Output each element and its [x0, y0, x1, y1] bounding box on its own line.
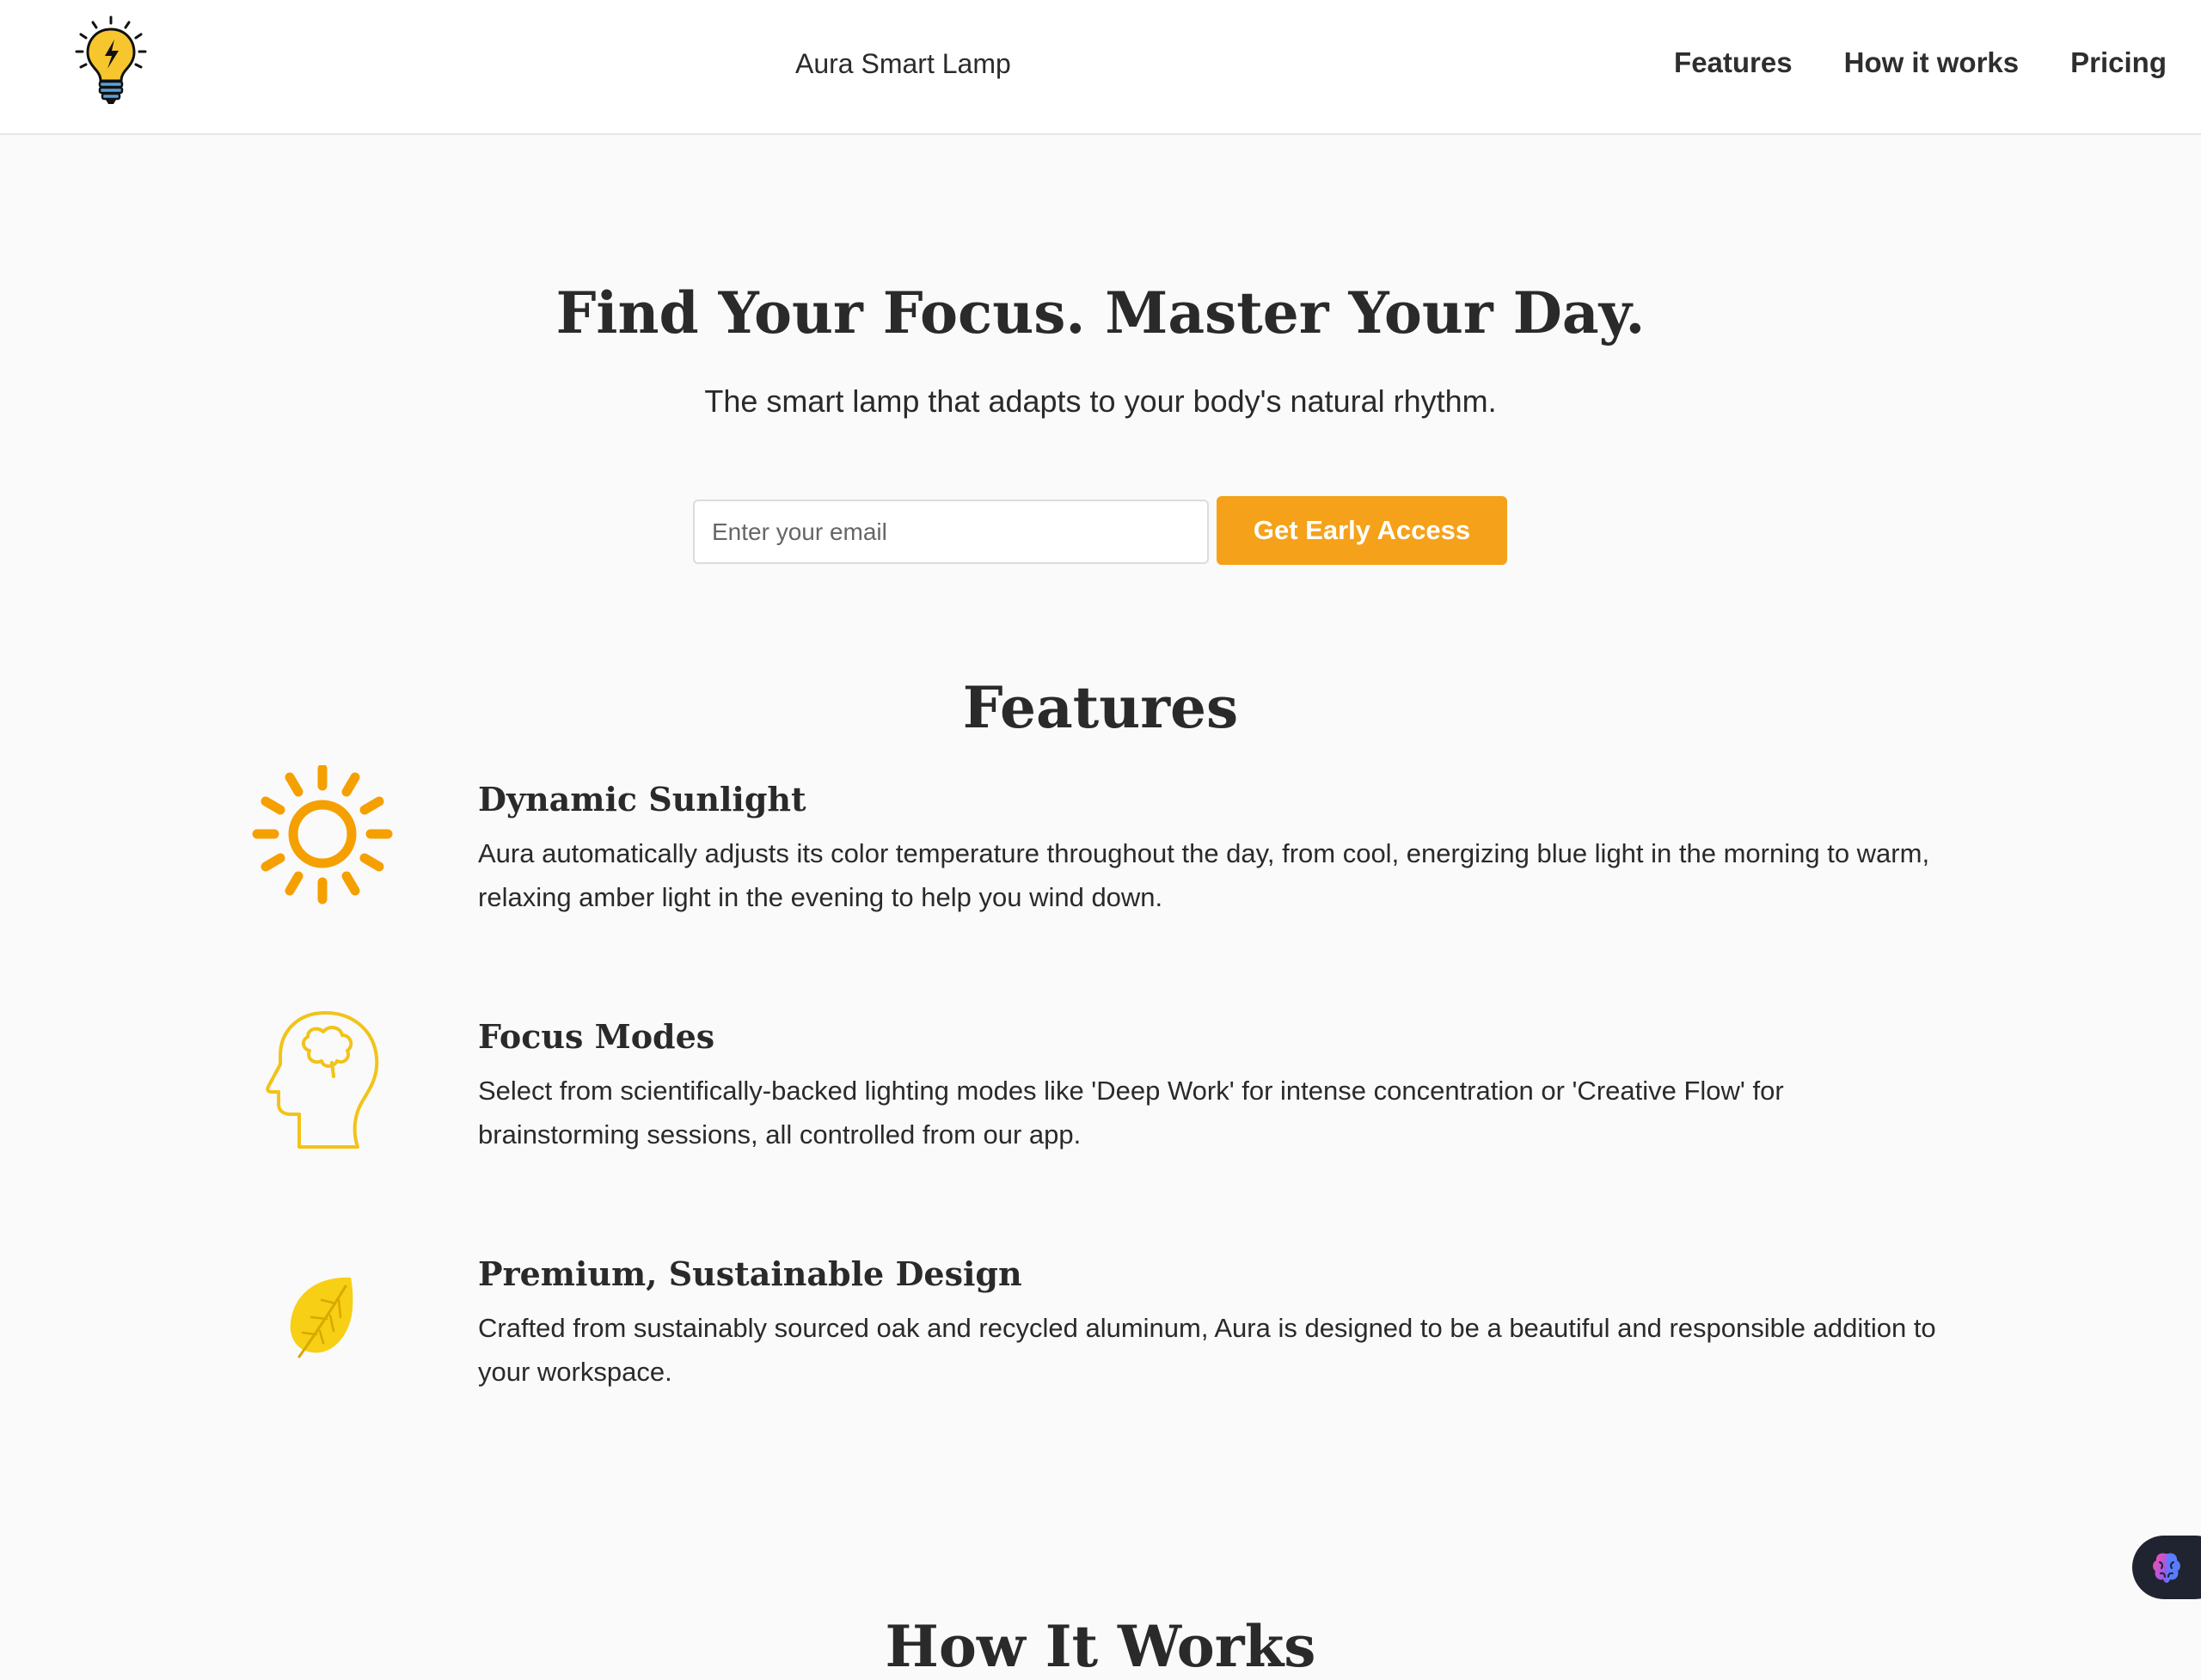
assistant-widget-button[interactable] [2132, 1536, 2201, 1599]
email-input[interactable] [693, 500, 1209, 564]
feature-heading: Dynamic Sunlight [478, 780, 806, 819]
feature-description: Aura automatically adjusts its color tem… [478, 838, 1930, 912]
sun-icon [249, 763, 395, 911]
hero-title: Find Your Focus. Master Your Day. [555, 279, 1646, 346]
feature-description: Select from scientifically-backed lighti… [478, 1076, 1784, 1150]
features-title: Features [962, 674, 1239, 741]
brand-name: Aura Smart Lamp [795, 48, 1011, 79]
feature-heading: Focus Modes [478, 1017, 715, 1056]
head-brain-icon [249, 1002, 395, 1149]
nav-link-how-it-works[interactable]: How it works [1844, 46, 2020, 79]
site-header: Aura Smart Lamp Features How it works Pr… [0, 0, 2201, 135]
feature-heading: Premium, Sustainable Design [478, 1254, 1022, 1293]
get-early-access-button[interactable]: Get Early Access [1217, 496, 1507, 565]
brain-icon [2153, 1553, 2180, 1583]
nav-link-features[interactable]: Features [1674, 46, 1793, 79]
nav-link-pricing[interactable]: Pricing [2070, 46, 2167, 79]
leaf-icon [249, 1240, 395, 1386]
how-it-works-title: How It Works [885, 1613, 1316, 1680]
lightbulb-icon[interactable] [74, 15, 148, 105]
hero-subtitle: The smart lamp that adapts to your body'… [704, 383, 1497, 419]
main-nav: Features How it works Pricing [1674, 46, 2167, 79]
feature-description: Crafted from sustainably sourced oak and… [478, 1313, 1936, 1387]
